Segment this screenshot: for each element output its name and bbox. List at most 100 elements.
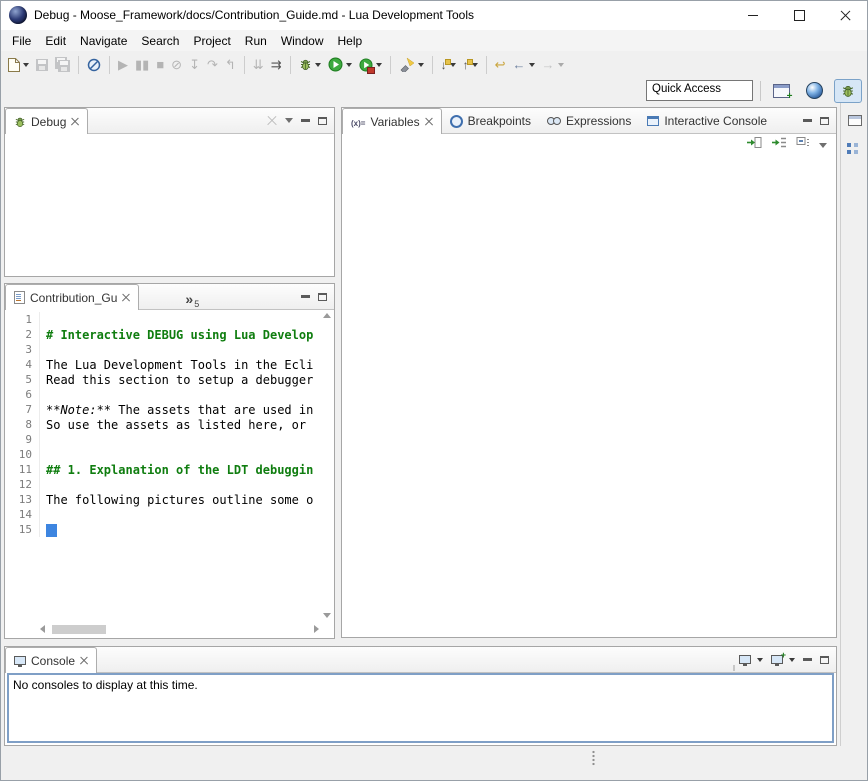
outline-view-icon (847, 143, 851, 147)
tab-interactive-console[interactable]: Interactive Console (639, 109, 775, 133)
scroll-down-icon[interactable] (323, 613, 331, 618)
sash-drag-handle[interactable] (592, 750, 595, 766)
new-dropdown-button[interactable] (4, 54, 32, 76)
step-return-button[interactable]: ↰ (222, 54, 239, 76)
editor-body[interactable]: 1 2 # Interactive DEBUG using Lua Develo… (6, 310, 333, 637)
view-menu-icon[interactable] (819, 143, 827, 148)
debug-perspective-button[interactable] (834, 79, 862, 103)
open-console-button[interactable] (771, 655, 795, 664)
external-tools-dropdown-button[interactable] (356, 54, 385, 76)
menu-item[interactable]: Project (186, 32, 237, 50)
collapse-all-button[interactable] (796, 136, 810, 154)
editor-line[interactable]: 1 (6, 312, 319, 327)
tab-expressions[interactable]: Expressions (539, 109, 639, 133)
editor-line[interactable]: 6 (6, 387, 319, 402)
editor-line[interactable]: 15 (6, 522, 319, 537)
step-over-button[interactable]: ↷ (204, 54, 221, 76)
disconnect-button[interactable]: ⊘ (168, 54, 185, 76)
open-perspective-button[interactable] (768, 80, 794, 102)
editor-line[interactable]: 11 ## 1. Explanation of the LDT debuggin (6, 462, 319, 477)
menu-item[interactable]: Help (331, 32, 370, 50)
editor-line[interactable]: 2 # Interactive DEBUG using Lua Develop (6, 327, 319, 342)
scroll-right-icon[interactable] (314, 625, 319, 633)
quick-access-input[interactable]: Quick Access (646, 80, 753, 101)
editor-line[interactable]: 5 Read this section to setup a debugger (6, 372, 319, 387)
forward-dropdown-button[interactable]: → (539, 54, 567, 76)
menu-item[interactable]: Search (134, 32, 186, 50)
editor-line[interactable]: 10 (6, 447, 319, 462)
scroll-up-icon[interactable] (323, 313, 331, 318)
ldt-perspective-button[interactable] (801, 80, 827, 102)
close-tab-icon[interactable] (71, 118, 79, 126)
terminate-button[interactable]: ■ (153, 54, 167, 76)
maximize-view-icon[interactable] (820, 117, 829, 125)
back-dropdown-button[interactable]: ← (510, 54, 538, 76)
close-tab-icon[interactable] (80, 657, 88, 665)
tab-variables[interactable]: Variables (342, 108, 442, 134)
minimize-view-icon[interactable] (803, 658, 812, 661)
editor-line[interactable]: 14 (6, 507, 319, 522)
minimize-window-button[interactable] (730, 0, 776, 30)
remove-all-terminated-icon[interactable] (267, 116, 277, 126)
menu-item[interactable]: File (5, 32, 38, 50)
run-dropdown-button[interactable] (325, 54, 355, 76)
close-window-button[interactable] (822, 0, 868, 30)
line-number: 2 (6, 327, 40, 342)
editor-line[interactable]: 12 (6, 477, 319, 492)
maximize-view-icon[interactable] (318, 293, 327, 301)
minimize-view-icon[interactable] (301, 119, 310, 122)
show-columns-button[interactable] (771, 136, 787, 154)
tab-console[interactable]: Console (5, 647, 97, 673)
show-logical-structure-button[interactable] (746, 136, 762, 154)
outline-view-button[interactable] (845, 139, 865, 157)
debug-view-content[interactable] (6, 134, 333, 275)
last-edit-location-button[interactable]: ↩ (492, 54, 509, 76)
display-selected-console-button[interactable] (739, 655, 763, 664)
suspend-icon: ▮▮ (135, 58, 149, 71)
save-all-button[interactable] (52, 54, 73, 76)
previous-annotation-dropdown-button[interactable]: ↑ (460, 54, 481, 76)
editor-horizontal-scrollbar[interactable] (40, 623, 319, 635)
next-annotation-dropdown-button[interactable]: ↓ (438, 54, 459, 76)
scrollbar-thumb[interactable] (52, 625, 106, 634)
suspend-button[interactable]: ▮▮ (132, 54, 152, 76)
close-tab-icon[interactable] (425, 118, 433, 126)
menu-item[interactable]: Run (238, 32, 274, 50)
editor-line[interactable]: 7 **Note:** The assets that are used in (6, 402, 319, 417)
resume-button[interactable]: ▶ (115, 54, 131, 76)
menu-item[interactable]: Edit (38, 32, 73, 50)
restore-minimized-view-button[interactable] (845, 111, 865, 129)
editor-vertical-scrollbar[interactable] (320, 310, 333, 621)
minimize-view-icon[interactable] (301, 295, 310, 298)
save-button[interactable] (33, 54, 51, 76)
use-step-filters-button[interactable]: ⇉ (268, 54, 285, 76)
search-dropdown-button[interactable] (396, 54, 427, 76)
editor-line[interactable]: 8 So use the assets as listed here, or (6, 417, 319, 432)
menu-item[interactable]: Window (274, 32, 331, 50)
maximize-view-icon[interactable] (820, 656, 829, 664)
editor-line[interactable]: 4 The Lua Development Tools in the Ecli (6, 357, 319, 372)
debug-dropdown-button[interactable] (296, 54, 324, 76)
maximize-window-button[interactable] (776, 0, 822, 30)
toolbar-separator (290, 56, 291, 74)
minimize-view-icon[interactable] (803, 119, 812, 122)
close-tab-icon[interactable] (122, 294, 130, 302)
view-menu-icon[interactable] (285, 118, 293, 123)
console-content[interactable]: No consoles to display at this time. (7, 673, 834, 743)
menu-item[interactable]: Navigate (73, 32, 134, 50)
scroll-left-icon[interactable] (40, 625, 45, 633)
editor-line[interactable]: 3 (6, 342, 319, 357)
variables-content[interactable] (343, 157, 835, 636)
tab-breakpoints[interactable]: Breakpoints (442, 109, 539, 133)
editor-line[interactable]: 9 (6, 432, 319, 447)
hidden-editors-chevron[interactable]: 5 (181, 287, 203, 309)
editor-text-area[interactable]: 1 2 # Interactive DEBUG using Lua Develo… (6, 312, 319, 537)
maximize-view-icon[interactable] (318, 117, 327, 125)
skip-all-breakpoints-button[interactable] (84, 54, 104, 76)
title-bar[interactable]: Debug - Moose_Framework/docs/Contributio… (0, 0, 868, 30)
editor-line[interactable]: 13 The following pictures outline some o (6, 492, 319, 507)
drop-to-frame-button[interactable]: ⇊ (250, 54, 267, 76)
tab-contribution-guide[interactable]: Contribution_Gu (5, 284, 139, 310)
tab-debug[interactable]: Debug (5, 108, 88, 134)
step-into-button[interactable]: ↧ (186, 54, 203, 76)
